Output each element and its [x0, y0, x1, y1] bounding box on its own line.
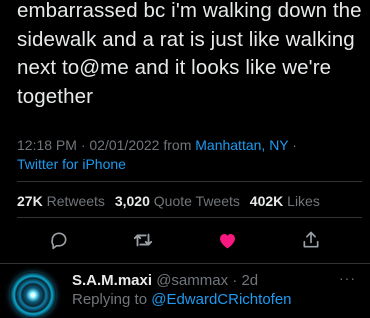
like-button[interactable] [215, 228, 239, 252]
from-label: from [163, 137, 192, 153]
reply-button[interactable] [47, 228, 71, 252]
likes-stat[interactable]: 402K Likes [250, 193, 320, 209]
tweet-metadata: 12:18 PM · 02/01/2022 from Manhattan, NY… [17, 136, 362, 174]
comment-icon [51, 232, 67, 250]
avatar[interactable] [10, 272, 56, 318]
quote-tweets-count: 3,020 [114, 193, 150, 209]
tweet-date[interactable]: 02/01/2022 [89, 137, 159, 153]
reply-time[interactable]: 2d [241, 272, 258, 289]
replying-to-mention[interactable]: @EdwardCRichtofen [151, 291, 291, 308]
retweet-icon [133, 233, 153, 247]
heart-icon [219, 233, 235, 248]
tweet-time[interactable]: 12:18 PM [17, 137, 77, 153]
tweet-source-link[interactable]: Twitter for iPhone [17, 155, 362, 174]
tweet-actions-bar [0, 228, 370, 252]
divider [17, 181, 362, 182]
quote-tweets-stat[interactable]: 3,020 Quote Tweets [115, 193, 240, 209]
reply-author-name[interactable]: S.A.M.maxi [72, 272, 152, 289]
tweet-location-link[interactable]: Manhattan, NY [195, 137, 288, 153]
retweets-stat[interactable]: 27K Retweets [17, 193, 105, 209]
reply-author-handle[interactable]: @sammax [156, 272, 228, 289]
reply-tweet[interactable]: S.A.M.maxi @sammax · 2d ··· Replying to … [0, 264, 370, 318]
dot-separator: · [292, 137, 297, 153]
tweet-text: embarrassed bc i'm walking down the side… [17, 0, 362, 108]
replying-to-label: Replying to [72, 291, 148, 308]
retweet-button[interactable] [131, 228, 155, 252]
quote-tweets-label: Quote Tweets [153, 193, 240, 209]
retweets-count: 27K [17, 193, 43, 209]
share-icon [303, 231, 319, 248]
likes-label: Likes [287, 193, 320, 209]
share-button[interactable] [299, 228, 323, 252]
reply-header: S.A.M.maxi @sammax · 2d [72, 272, 258, 289]
replying-to-line: Replying to @EdwardCRichtofen [72, 291, 292, 308]
dot-separator: · [228, 272, 242, 289]
dot-separator: · [80, 137, 86, 153]
divider [17, 217, 362, 218]
likes-count: 402K [249, 193, 284, 209]
more-options-icon[interactable]: ··· [339, 270, 356, 286]
retweets-label: Retweets [46, 193, 105, 209]
tweet-timestamp-line: 12:18 PM · 02/01/2022 from Manhattan, NY… [17, 136, 362, 155]
engagement-stats: 27K Retweets 3,020 Quote Tweets 402K Lik… [17, 193, 367, 209]
